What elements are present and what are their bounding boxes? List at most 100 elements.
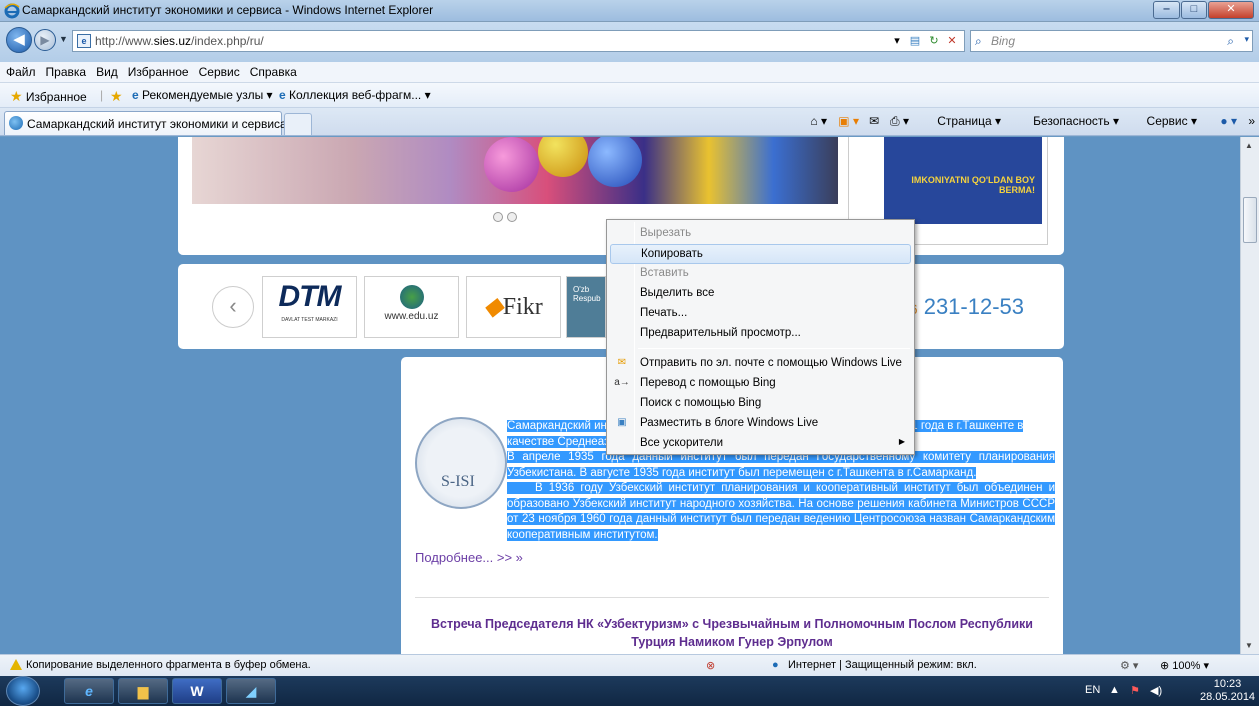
edu-uz-label: www.edu.uz xyxy=(384,311,439,322)
home-icon[interactable]: ⌂ ▾ xyxy=(810,114,827,128)
menu-item-all-accelerators[interactable]: Все ускорители ▶ xyxy=(610,434,911,454)
scroll-down-icon[interactable]: ▼ xyxy=(1245,641,1253,650)
volume-icon[interactable]: ◀) xyxy=(1150,684,1162,697)
menu-item-search-bing[interactable]: Поиск с помощью Bing xyxy=(610,394,911,414)
address-dropdown-icon[interactable]: ▾ xyxy=(888,33,906,49)
menu-view[interactable]: Вид xyxy=(91,62,123,79)
help-icon[interactable]: ● ▾ xyxy=(1220,114,1237,128)
ie-tab-icon xyxy=(9,116,23,130)
new-tab-button[interactable] xyxy=(284,113,312,135)
warning-icon xyxy=(10,659,22,670)
tab-active[interactable]: Самаркандский институт экономики и серви… xyxy=(4,111,287,135)
action-center-icon[interactable]: ⚑ xyxy=(1130,684,1140,697)
app-taskbar-icon[interactable]: ◢ xyxy=(226,678,276,704)
slider-image[interactable] xyxy=(192,137,838,204)
menu-item-print-preview[interactable]: Предварительный просмотр... xyxy=(610,324,911,344)
search-box[interactable]: ⌕ Bing ⌕ ▾ xyxy=(970,30,1253,52)
menu-item-paste[interactable]: Вставить xyxy=(610,264,911,284)
minimize-button[interactable]: ‒ xyxy=(1153,1,1180,19)
ie-page-icon: e xyxy=(279,88,286,102)
menu-item-send-email[interactable]: ✉ Отправить по эл. почте с помощью Window… xyxy=(610,354,911,374)
menu-file[interactable]: Файл xyxy=(0,62,41,79)
search-provider-icon: ⌕ xyxy=(975,34,982,48)
tab-label: Самаркандский институт экономики и серви… xyxy=(27,117,287,131)
safety-menu-button[interactable]: Безопасность ▾ xyxy=(1033,114,1119,128)
web-slice-gallery-button[interactable]: e Коллекция веб-фрагм... ▾ xyxy=(279,88,431,102)
clock-time: 10:23 xyxy=(1213,678,1242,690)
menu-item-translate[interactable]: a→ Перевод с помощью Bing xyxy=(610,374,911,394)
slider-dot[interactable] xyxy=(493,212,503,222)
vertical-scrollbar[interactable]: ▲ ▼ xyxy=(1240,137,1259,654)
start-button[interactable] xyxy=(6,676,40,706)
fikr-logo[interactable]: ◆Fikr xyxy=(466,276,561,338)
scroll-up-icon[interactable]: ▲ xyxy=(1245,141,1253,150)
paragraph-fragment: Самаркандский ин xyxy=(507,420,607,432)
back-button[interactable]: ◀ xyxy=(6,27,32,53)
window-titlebar[interactable]: Самаркандский институт экономики и серви… xyxy=(0,0,1259,22)
menu-tools[interactable]: Сервис xyxy=(194,62,245,79)
address-url[interactable]: http://www.sies.uz/index.php/ru/ xyxy=(95,34,264,48)
news-headline[interactable]: Встреча Председателя НК «Узбектуризм» с … xyxy=(415,615,1049,651)
print-icon[interactable]: ⎙ ▾ xyxy=(890,114,909,129)
ie-page-icon: e xyxy=(132,88,139,102)
suggested-sites-label: Рекомендуемые узлы ▾ xyxy=(142,88,273,102)
divider: | xyxy=(100,88,104,102)
add-to-favorites-bar-icon[interactable]: ★ xyxy=(110,88,123,105)
favorites-button[interactable]: ★ Избранное xyxy=(10,88,87,105)
feeds-icon[interactable]: ▣ ▾ xyxy=(838,114,859,128)
stop-icon[interactable]: ✕ xyxy=(943,33,961,49)
close-button[interactable]: ✕ xyxy=(1208,1,1254,19)
forward-button[interactable]: ▶ xyxy=(34,29,56,51)
menu-item-blog[interactable]: ▣ Разместить в блоге Windows Live xyxy=(610,414,911,434)
maximize-button[interactable]: □ xyxy=(1181,1,1207,19)
menu-item-copy[interactable]: Копировать xyxy=(610,244,911,264)
zoom-value: 100% xyxy=(1172,660,1201,672)
favorites-bar: ★ Избранное | ★ e Рекомендуемые узлы ▾ e… xyxy=(0,83,1259,108)
search-options-icon[interactable]: ▾ xyxy=(1244,34,1249,45)
language-indicator[interactable]: EN xyxy=(1085,684,1100,696)
read-more-link[interactable]: Подробнее... >> » xyxy=(415,550,523,565)
dtm-logo[interactable]: DTM DAVLAT TEST MARKAZI xyxy=(262,276,357,338)
menu-edit[interactable]: Правка xyxy=(41,62,92,79)
mail-icon[interactable]: ✉ xyxy=(869,114,879,128)
windows-taskbar: e ▆ W ◢ EN ▲ ⚑ ◀) 10:23 28.05.2014 xyxy=(0,676,1259,706)
system-clock[interactable]: 10:23 28.05.2014 xyxy=(1200,678,1255,704)
ie-taskbar-icon[interactable]: e xyxy=(64,678,114,704)
search-input[interactable]: Bing xyxy=(991,34,1015,48)
compatibility-view-icon[interactable]: ▤ xyxy=(906,33,924,49)
menu-help[interactable]: Справка xyxy=(245,62,302,79)
tools-menu-button[interactable]: Сервис ▾ xyxy=(1147,114,1197,128)
clock-date: 28.05.2014 xyxy=(1200,691,1256,703)
edu-uz-logo[interactable]: www.edu.uz xyxy=(364,276,459,338)
refresh-icon[interactable]: ↻ xyxy=(925,33,943,49)
translate-icon: a→ xyxy=(614,377,630,388)
suggested-sites-button[interactable]: e Рекомендуемые узлы ▾ xyxy=(132,88,273,102)
globe-icon: ● xyxy=(772,659,779,671)
security-zone[interactable]: Интернет | Защищенный режим: вкл. xyxy=(788,659,977,671)
chevron-right-icon[interactable]: » xyxy=(1248,114,1255,128)
menu-item-select-all[interactable]: Выделить все xyxy=(610,284,911,304)
address-bar[interactable]: e http://www.sies.uz/index.php/ru/ ▾ ▤ ↻… xyxy=(72,30,965,52)
page-menu-button[interactable]: Страница ▾ xyxy=(937,114,1001,128)
menu-favorites[interactable]: Избранное xyxy=(123,62,194,79)
zoom-level[interactable]: ⊕ 100% ▾ xyxy=(1160,659,1209,672)
menu-item-cut[interactable]: Вырезать xyxy=(610,224,911,244)
explorer-taskbar-icon[interactable]: ▆ xyxy=(118,678,168,704)
word-taskbar-icon[interactable]: W xyxy=(172,678,222,704)
page-icon: e xyxy=(77,34,91,48)
scrollbar-thumb[interactable] xyxy=(1243,197,1257,243)
divider xyxy=(415,597,1049,598)
carousel-prev-button[interactable]: ‹ xyxy=(212,286,254,328)
slider-dot[interactable] xyxy=(507,212,517,222)
context-menu: Вырезать Копировать Вставить Выделить вс… xyxy=(606,219,915,455)
window-title: Самаркандский институт экономики и серви… xyxy=(22,3,434,17)
search-icon[interactable]: ⌕ xyxy=(1227,34,1234,49)
slider-dots xyxy=(493,211,521,225)
recent-pages-dropdown-icon[interactable]: ▼ xyxy=(59,34,68,44)
menu-item-print[interactable]: Печать... xyxy=(610,304,911,324)
uzbekistan-republic-logo[interactable]: O'zb Respub xyxy=(566,276,606,338)
popup-blocker-icon[interactable]: ⊗ xyxy=(706,659,715,672)
web-slice-gallery-label: Коллекция веб-фрагм... ▾ xyxy=(289,88,431,102)
tray-expand-icon[interactable]: ▲ xyxy=(1109,684,1120,696)
protected-mode-icon[interactable]: ⚙ ▾ xyxy=(1120,659,1138,672)
